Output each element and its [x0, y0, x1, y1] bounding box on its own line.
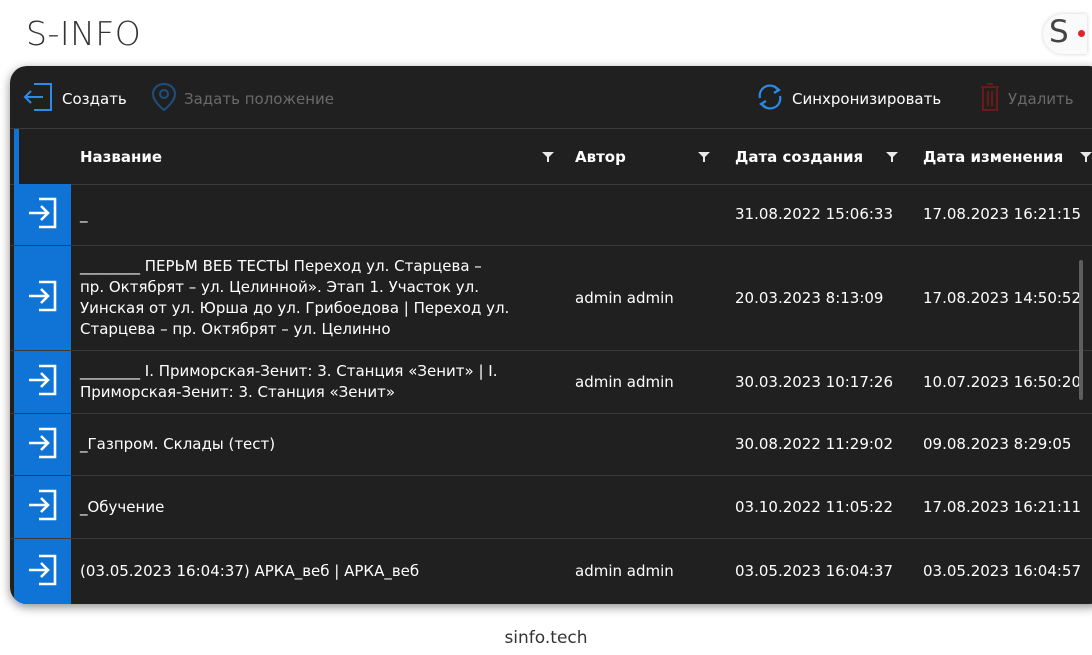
- name-line: Старцева – пр. Октябрят – ул. Целинно: [80, 320, 391, 338]
- enter-icon: [24, 551, 62, 593]
- open-project-button[interactable]: [14, 539, 71, 604]
- open-project-button[interactable]: [14, 476, 71, 538]
- cell-modified: 03.05.2023 16:04:57: [923, 562, 1082, 580]
- name-line: пр. Октябрят – ул. Целинной». Этап 1. Уч…: [80, 278, 480, 296]
- name-line: (03.05.2023 16:04:37) АРКА_веб | АРКА_ве…: [80, 562, 420, 580]
- cell-modified: 17.08.2023 16:21:11: [923, 497, 1082, 516]
- column-header-modified[interactable]: Дата изменения: [923, 129, 1063, 184]
- enter-icon: [24, 277, 62, 319]
- cell-name: _: [80, 184, 570, 245]
- brand-logo: S: [1043, 14, 1087, 54]
- location-pin-icon: [150, 81, 178, 117]
- scrollbar[interactable]: [1079, 260, 1083, 400]
- app-title: S-INFO: [26, 14, 142, 53]
- open-project-button[interactable]: [14, 184, 71, 245]
- cell-created: 30.03.2023 10:17:26: [735, 372, 894, 391]
- set-position-button[interactable]: Задать положение: [150, 81, 334, 117]
- cell-modified: 10.07.2023 16:50:20: [923, 372, 1082, 391]
- enter-icon: [22, 80, 56, 118]
- cell-created: 03.10.2022 11:05:22: [735, 497, 894, 516]
- cell-author: admin admin: [575, 288, 674, 307]
- cell-created: 03.05.2023 16:04:37: [735, 562, 894, 580]
- cell-created: 30.08.2022 11:29:02: [735, 435, 894, 453]
- column-header-author[interactable]: Автор: [575, 129, 626, 184]
- trash-icon: [978, 81, 1002, 117]
- table-row[interactable]: _Газпром. Склады (тест) 30.08.2022 11:29…: [10, 414, 1092, 476]
- enter-icon: [24, 194, 62, 236]
- open-project-button[interactable]: [14, 414, 71, 475]
- cell-created: 31.08.2022 15:06:33: [735, 205, 894, 223]
- cell-author: admin admin: [575, 372, 674, 391]
- create-button[interactable]: Создать: [22, 83, 127, 114]
- enter-icon: [24, 361, 62, 403]
- table-row[interactable]: _Обучение 03.10.2022 11:05:22 17.08.2023…: [10, 476, 1092, 539]
- delete-button[interactable]: Удалить: [978, 81, 1074, 117]
- name-line: Уинская от ул. Юрша до ул. Грибоедова | …: [80, 299, 510, 317]
- cell-modified: 09.08.2023 8:29:05: [923, 435, 1072, 453]
- table-row[interactable]: _ 31.08.2022 15:06:33 17.08.2023 16:21:1…: [10, 184, 1092, 246]
- logo-letter: S: [1049, 14, 1069, 50]
- table-row[interactable]: ________ ПЕРЬМ ВЕБ ТЕСТЫ Переход ул. Ста…: [10, 246, 1092, 351]
- cell-author: admin admin: [575, 562, 674, 580]
- sync-icon: [754, 81, 786, 117]
- name-line: Приморская-Зенит: 3. Станция «Зенит»: [80, 383, 395, 401]
- column-header-created[interactable]: Дата создания: [735, 129, 863, 184]
- cell-author: [575, 184, 715, 245]
- name-line: _Газпром. Склады (тест): [80, 435, 276, 453]
- cell-name: ________ ПЕРЬМ ВЕБ ТЕСТЫ Переход ул. Ста…: [80, 246, 570, 350]
- table-row[interactable]: (03.05.2023 16:04:37) АРКА_веб | АРКА_ве…: [10, 539, 1092, 604]
- sync-label: Синхронизировать: [792, 90, 942, 108]
- enter-icon: [24, 424, 62, 466]
- header-accent-stripe: [14, 129, 19, 184]
- name-line: _Обучение: [80, 497, 165, 516]
- cell-author: [575, 414, 715, 475]
- create-label: Создать: [62, 90, 127, 108]
- open-project-button[interactable]: [14, 246, 71, 350]
- cell-name: (03.05.2023 16:04:37) АРКА_веб | АРКА_ве…: [80, 539, 570, 604]
- open-project-button[interactable]: [14, 351, 71, 413]
- table-row[interactable]: ________ I. Приморская-Зенит: 3. Станция…: [10, 351, 1092, 414]
- footer-site-link[interactable]: sinfo.tech: [0, 628, 1092, 648]
- sync-button[interactable]: Синхронизировать: [754, 84, 941, 114]
- table-header: Название Автор Дата создания Дата измене…: [10, 129, 1092, 185]
- cell-name: _Обучение: [80, 476, 570, 538]
- name-line: ________ ПЕРЬМ ВЕБ ТЕСТЫ Переход ул. Ста…: [80, 257, 482, 275]
- cell-name: ________ I. Приморская-Зенит: 3. Станция…: [80, 351, 570, 413]
- cell-modified: 17.08.2023 16:21:15: [923, 205, 1082, 223]
- name-line: ________ I. Приморская-Зенит: 3. Станция…: [80, 362, 498, 380]
- app-window: Создать Задать положение Синхронизироват…: [10, 66, 1092, 604]
- toolbar: Создать Задать положение Синхронизироват…: [10, 66, 1092, 129]
- logo-dot: [1078, 30, 1085, 37]
- cell-author: [575, 476, 715, 538]
- enter-icon: [24, 486, 62, 528]
- name-line: _: [80, 205, 88, 223]
- cell-modified: 17.08.2023 14:50:52: [923, 288, 1082, 307]
- column-header-name[interactable]: Название: [80, 129, 162, 184]
- set-position-label: Задать положение: [184, 90, 334, 108]
- delete-label: Удалить: [1008, 90, 1074, 108]
- cell-created: 20.03.2023 8:13:09: [735, 288, 884, 307]
- cell-name: _Газпром. Склады (тест): [80, 414, 570, 475]
